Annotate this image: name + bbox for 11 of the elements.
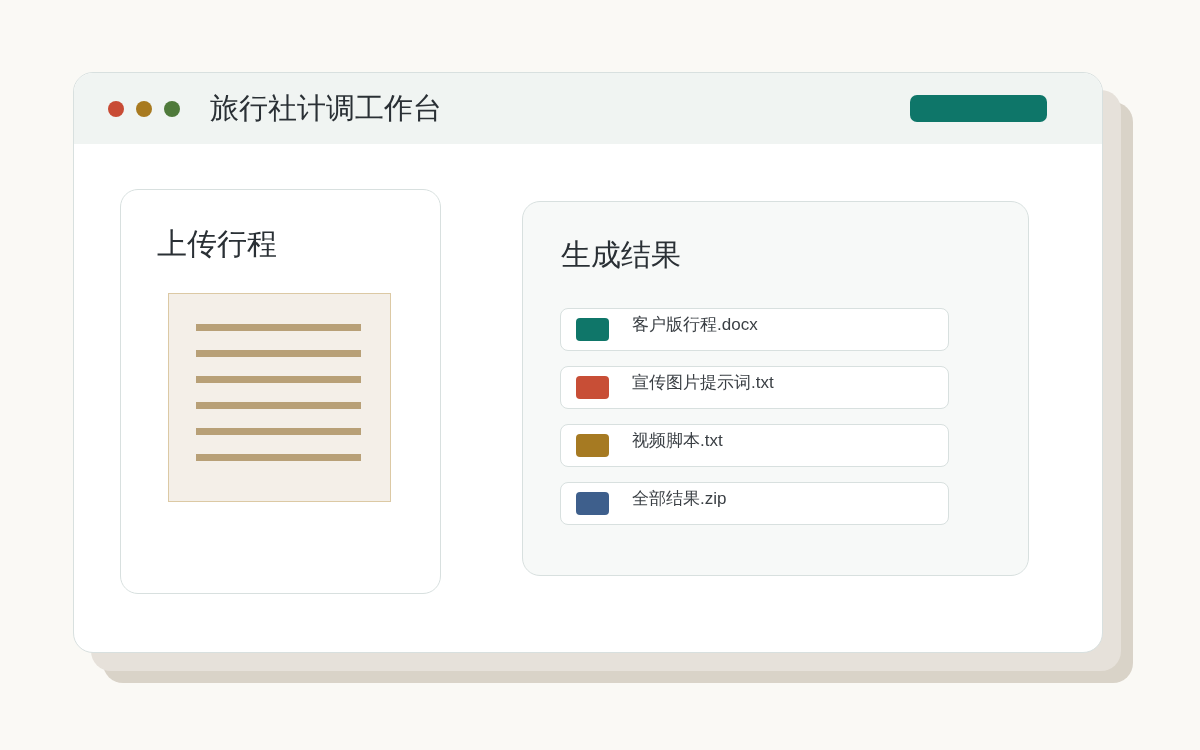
file-item[interactable]: 视频脚本.txt [560, 424, 949, 467]
file-name: 视频脚本.txt [632, 430, 723, 452]
file-item[interactable]: 宣传图片提示词.txt [560, 366, 949, 409]
panel-title: 上传行程 [157, 226, 277, 262]
file-item[interactable]: 全部结果.zip [560, 482, 949, 525]
file-name: 全部结果.zip [632, 488, 727, 510]
file-name: 客户版行程.docx [632, 314, 758, 336]
file-name: 宣传图片提示词.txt [632, 372, 774, 394]
window-title: 旅行社计调工作台 [210, 94, 442, 123]
file-item[interactable]: 客户版行程.docx [560, 308, 949, 351]
panel-title: 生成结果 [561, 237, 681, 273]
